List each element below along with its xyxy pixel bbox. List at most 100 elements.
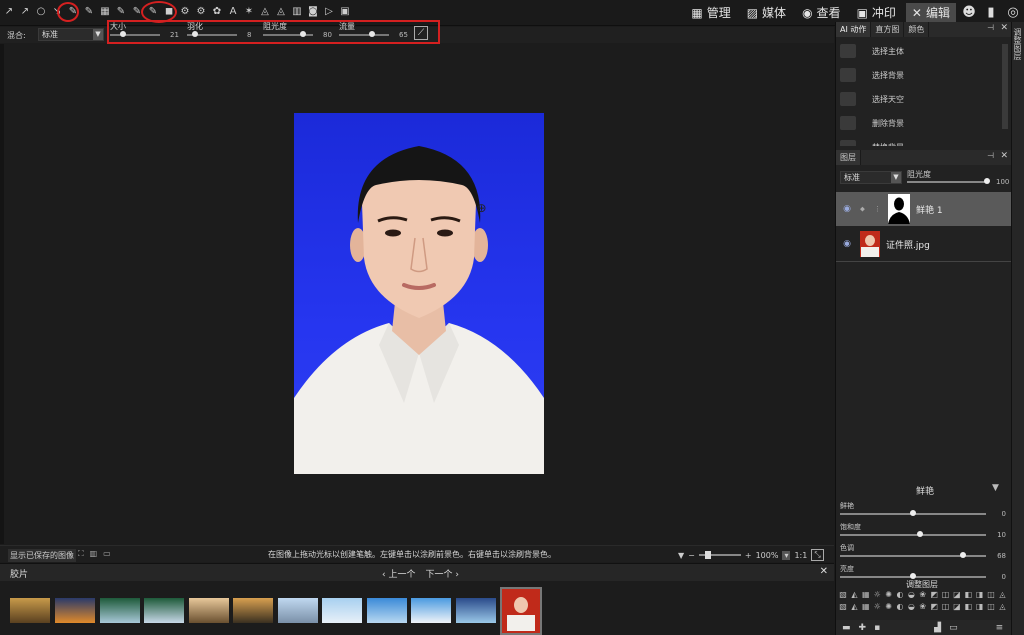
adjust-layer-icon[interactable]: ◫ bbox=[986, 602, 996, 612]
fit-icon[interactable]: ⛶ bbox=[78, 549, 84, 559]
filmstrip-thumb[interactable] bbox=[233, 598, 273, 623]
adjust-layer-icon[interactable]: ◧ bbox=[963, 590, 973, 600]
tool-icon[interactable]: ▣ bbox=[338, 5, 352, 19]
ai-action-item[interactable]: 选择背景 bbox=[840, 64, 1000, 86]
tool-icon[interactable]: ▷ bbox=[322, 5, 336, 19]
adjust-layer-icon[interactable]: ◐ bbox=[895, 590, 905, 600]
adjust-slider[interactable]: 饱和度 10 bbox=[840, 522, 1010, 544]
zoom-slider-knob[interactable] bbox=[704, 551, 711, 559]
stats-icon[interactable]: ▮ bbox=[982, 4, 1000, 22]
mode-view[interactable]: ◉ 查看 bbox=[796, 3, 847, 22]
adjust-layer-icon[interactable]: ◩ bbox=[929, 590, 939, 600]
adjust-layer-icon[interactable]: ❀ bbox=[918, 602, 928, 612]
tab-layers[interactable]: 图层 bbox=[836, 150, 861, 165]
slider-knob[interactable] bbox=[192, 31, 198, 37]
adjust-knob[interactable] bbox=[917, 531, 923, 537]
tool-icon[interactable]: ✎ bbox=[82, 5, 96, 19]
filmstrip-thumb[interactable] bbox=[456, 598, 496, 623]
option-slider[interactable]: 流量 65 bbox=[339, 21, 409, 39]
eye-icon[interactable]: ◉ bbox=[840, 204, 854, 214]
tool-icon[interactable]: ◬ bbox=[274, 5, 288, 19]
adjust-layer-icon[interactable]: ◐ bbox=[895, 602, 905, 612]
tool-icon[interactable]: ○ bbox=[34, 5, 48, 19]
adjust-layer-icon[interactable]: ◩ bbox=[929, 602, 939, 612]
filmstrip-thumb[interactable] bbox=[500, 587, 542, 635]
option-slider[interactable]: 阻光度 80 bbox=[263, 21, 333, 39]
chevron-down-icon[interactable]: ▼ bbox=[992, 483, 999, 493]
adjust-layer-icon[interactable]: ❀ bbox=[918, 590, 928, 600]
adjust-knob[interactable] bbox=[960, 552, 966, 558]
document-image[interactable] bbox=[294, 113, 544, 474]
zoom-ratio[interactable]: 1:1 bbox=[794, 551, 807, 560]
option-slider[interactable]: 大小 21 bbox=[110, 21, 180, 39]
adjust-layer-icon[interactable]: ◒ bbox=[906, 602, 916, 612]
layer-mask-thumbnail[interactable] bbox=[888, 194, 910, 224]
lock-icon[interactable]: ⬥ bbox=[860, 205, 870, 214]
show-saved-image-button[interactable]: 显示已保存的图像 bbox=[8, 549, 76, 562]
mask-icon[interactable]: ▭ bbox=[949, 623, 958, 633]
group-icon[interactable]: ▪ bbox=[874, 623, 880, 633]
tool-icon[interactable]: ↗ bbox=[2, 5, 16, 19]
filmstrip-thumb[interactable] bbox=[278, 598, 318, 623]
ai-action-item[interactable]: 替换背景 bbox=[840, 136, 1000, 146]
slider-track[interactable] bbox=[110, 34, 160, 36]
adjust-layer-icon[interactable]: ◫ bbox=[941, 590, 951, 600]
adjust-slider[interactable]: 色调 68 bbox=[840, 543, 1010, 565]
adjust-track[interactable] bbox=[840, 534, 986, 536]
ai-actions-scrollbar[interactable] bbox=[1002, 44, 1008, 129]
adjust-knob[interactable] bbox=[910, 510, 916, 516]
prev-button[interactable]: ‹ 上一个 bbox=[382, 567, 415, 580]
filmstrip-thumb[interactable] bbox=[367, 598, 407, 623]
filmstrip-thumb[interactable] bbox=[55, 598, 95, 623]
mode-develop[interactable]: ▣ 冲印 bbox=[851, 3, 902, 22]
blend-select[interactable]: 标准 ▼ bbox=[38, 28, 104, 41]
tool-icon[interactable]: ⚙ bbox=[194, 5, 208, 19]
adjust-layer-icon[interactable]: ◬ bbox=[997, 590, 1007, 600]
adjust-layer-icon[interactable]: ◭ bbox=[849, 602, 859, 612]
tool-icon[interactable]: ✎ bbox=[114, 5, 128, 19]
adjust-layer-icon[interactable]: ☼ bbox=[872, 590, 882, 600]
adjust-layer-icon[interactable]: ◒ bbox=[906, 590, 916, 600]
add-icon[interactable]: ✚ bbox=[859, 623, 867, 633]
slider-knob[interactable] bbox=[120, 31, 126, 37]
adjust-layer-icon[interactable]: ◧ bbox=[963, 602, 973, 612]
adjust-layer-icon[interactable]: ◪ bbox=[952, 602, 962, 612]
zoom-slider[interactable] bbox=[698, 551, 741, 559]
mode-edit[interactable]: ✕ 编辑 bbox=[905, 3, 956, 22]
filmstrip-thumb[interactable] bbox=[144, 598, 184, 623]
zoom-in-icon[interactable]: + bbox=[745, 551, 752, 560]
adjust-layer-icon[interactable]: ◫ bbox=[986, 590, 996, 600]
adjust-layer-icon[interactable]: ◨ bbox=[975, 602, 985, 612]
link-icon[interactable]: ⋮ bbox=[874, 205, 884, 213]
tool-icon[interactable]: ◬ bbox=[258, 5, 272, 19]
filmstrip-thumb[interactable] bbox=[100, 598, 140, 623]
adjust-layer-icon[interactable]: ◭ bbox=[849, 590, 859, 600]
option-slider[interactable]: 羽化 8 bbox=[187, 21, 257, 39]
fit-window-icon[interactable]: ⤡ bbox=[811, 549, 824, 561]
filmstrip-thumb[interactable] bbox=[189, 598, 229, 623]
pin-icon[interactable]: ⊣ bbox=[987, 151, 994, 160]
layer-row-vivid[interactable]: ◉ ⬥ ⋮ 鲜艳 1 bbox=[836, 192, 1012, 226]
adjust-layer-icon[interactable]: ◨ bbox=[975, 590, 985, 600]
adjust-layer-icon[interactable]: ◪ bbox=[952, 590, 962, 600]
trash-icon[interactable]: ▟ bbox=[934, 623, 941, 633]
layer-row-photo[interactable]: ◉ 证件照.jpg bbox=[836, 227, 1012, 261]
tool-icon[interactable]: ⚙ bbox=[178, 5, 192, 19]
tool-icon[interactable]: ✿ bbox=[210, 5, 224, 19]
mode-media[interactable]: ▨ 媒体 bbox=[741, 3, 792, 22]
adjust-slider[interactable]: 鲜艳 0 bbox=[840, 501, 1010, 523]
adjust-layer-icon[interactable]: ▦ bbox=[861, 602, 871, 612]
filmstrip-thumb[interactable] bbox=[411, 598, 451, 623]
new-layer-icon[interactable]: ▬ bbox=[842, 623, 851, 633]
slider-knob[interactable] bbox=[300, 31, 306, 37]
opacity-slider[interactable] bbox=[907, 181, 987, 183]
ai-action-item[interactable]: 选择主体 bbox=[840, 40, 1000, 62]
adjust-layer-icon[interactable]: ◬ bbox=[997, 602, 1007, 612]
zoom-menu-icon[interactable]: ▾ bbox=[782, 550, 791, 560]
filmstrip-thumb[interactable] bbox=[322, 598, 362, 623]
adjust-layer-icon[interactable]: ✺ bbox=[884, 602, 894, 612]
zoom-out-icon[interactable]: − bbox=[688, 551, 695, 560]
ai-action-item[interactable]: 删除背景 bbox=[840, 112, 1000, 134]
filmstrip-thumb[interactable] bbox=[10, 598, 50, 623]
histogram-icon[interactable]: ▥ bbox=[90, 549, 98, 559]
